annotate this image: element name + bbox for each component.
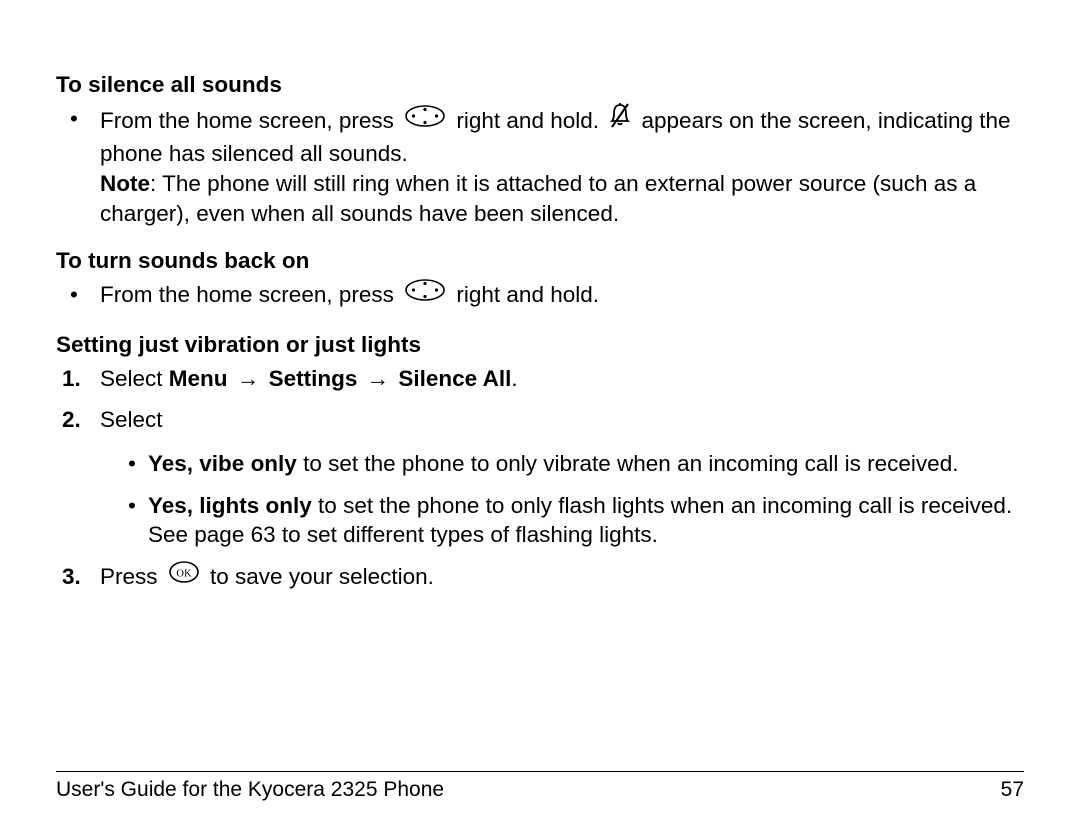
heading-turn-sounds-back-on: To turn sounds back on [56,246,1024,276]
text: Select [100,407,163,432]
nav-key-icon [404,278,446,310]
text: From the home screen, press [100,107,400,132]
text: right and hold. [456,107,605,132]
heading-vibration-lights: Setting just vibration or just lights [56,330,1024,360]
page-number: 57 [1001,778,1024,802]
step-1: Select Menu → Settings → Silence All. [56,364,1024,394]
text: From the home screen, press [100,282,400,307]
arrow-icon: → [364,364,393,394]
bell-silenced-icon [609,102,631,138]
note-label: Note [100,171,150,196]
note-text: : The phone will still ring when it is a… [100,171,976,226]
svg-text:OK: OK [176,569,192,580]
text: Press [100,564,164,589]
menu-path-part: Silence All [398,366,511,391]
menu-path-part: Settings [269,366,358,391]
nav-key-icon [404,104,446,136]
text: Select [100,366,169,391]
option-label: Yes, vibe only [148,451,297,476]
text: . [511,366,517,391]
bullet-sounds-on: From the home screen, press right and ho… [56,280,1024,312]
menu-path-part: Menu [169,366,228,391]
option-lights-only: Yes, lights only to set the phone to onl… [100,491,1024,550]
step-2: Select Yes, vibe only to set the phone t… [56,405,1024,550]
step-3: Press OK to save your selection. [56,562,1024,594]
option-vibe-only: Yes, vibe only to set the phone to only … [100,449,1024,479]
heading-silence-all-sounds: To silence all sounds [56,70,1024,100]
text: to save your selection. [210,564,434,589]
option-label: Yes, lights only [148,493,312,518]
text: right and hold. [456,282,599,307]
text: to set the phone to only vibrate when an… [297,451,959,476]
ok-key-icon: OK [168,560,200,592]
document-body: To silence all sounds From the home scre… [56,70,1024,594]
bullet-silence: From the home screen, press right and ho… [56,104,1024,229]
arrow-icon: → [234,364,263,394]
footer-title: User's Guide for the Kyocera 2325 Phone [56,778,444,802]
page-footer: User's Guide for the Kyocera 2325 Phone … [56,771,1024,802]
